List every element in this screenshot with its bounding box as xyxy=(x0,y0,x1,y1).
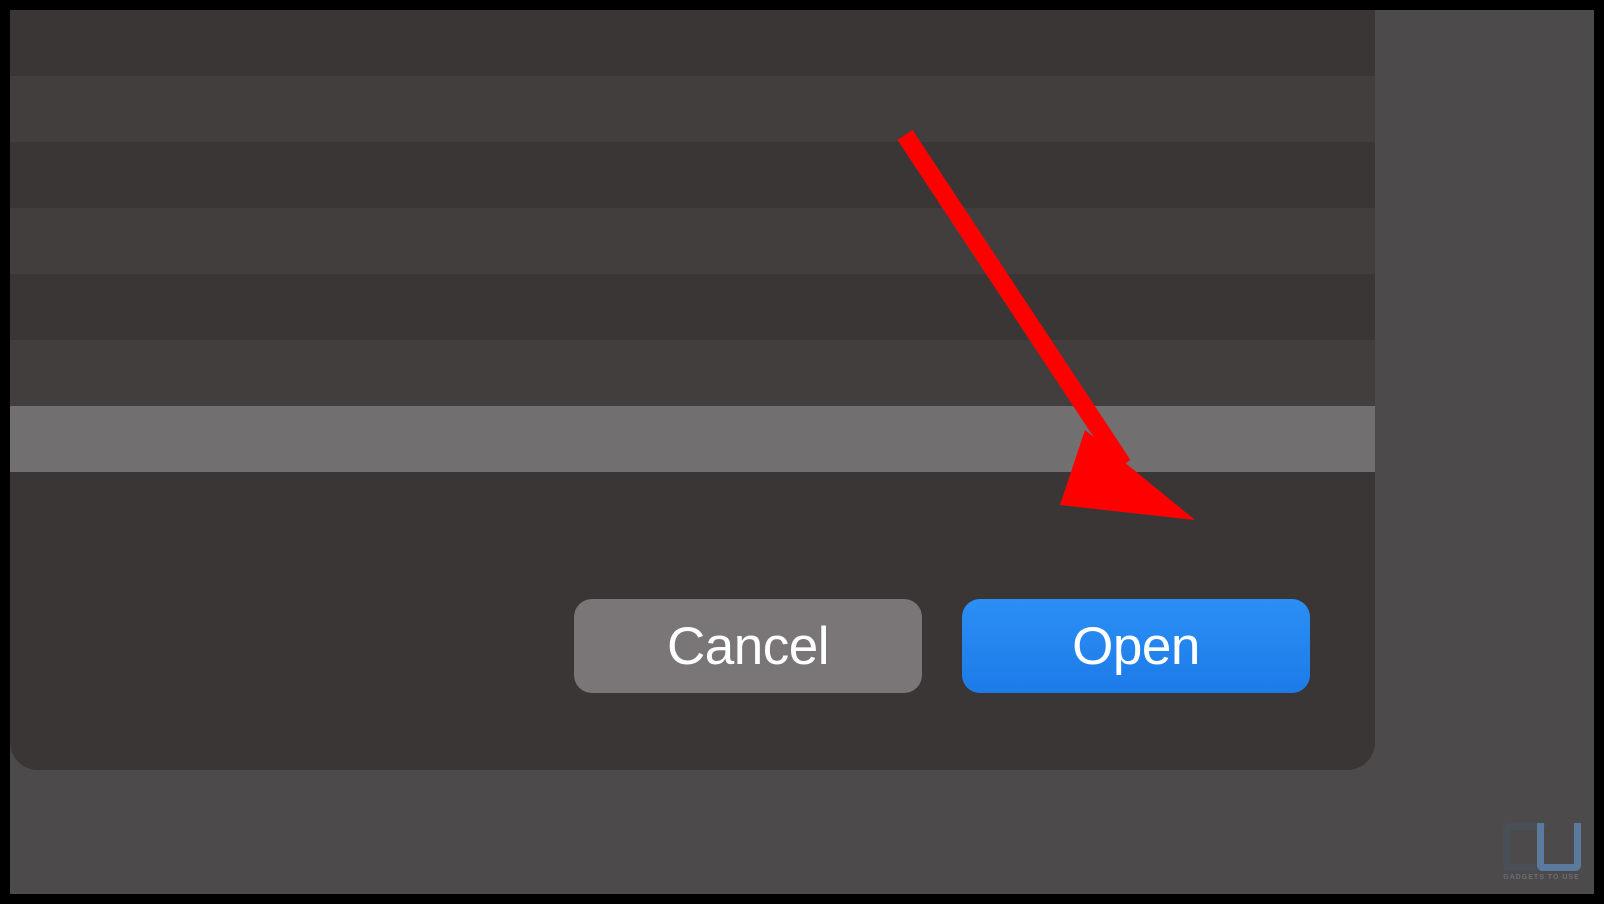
file-row[interactable] xyxy=(10,340,1375,406)
file-row[interactable] xyxy=(10,208,1375,274)
open-button[interactable]: Open xyxy=(962,599,1310,693)
screenshot-frame: Cancel Open GADGETS TO USE xyxy=(0,0,1604,904)
file-row-selected[interactable] xyxy=(10,406,1375,472)
cancel-button[interactable]: Cancel xyxy=(574,599,922,693)
file-row[interactable] xyxy=(10,142,1375,208)
dialog-button-area: Cancel Open xyxy=(10,472,1375,770)
file-open-dialog: Cancel Open xyxy=(10,10,1375,770)
file-row[interactable] xyxy=(10,10,1375,76)
file-list[interactable] xyxy=(10,10,1375,472)
file-row[interactable] xyxy=(10,274,1375,340)
watermark-logo: GADGETS TO USE xyxy=(1499,817,1584,887)
watermark-text: GADGETS TO USE xyxy=(1503,874,1580,881)
file-row[interactable] xyxy=(10,76,1375,142)
